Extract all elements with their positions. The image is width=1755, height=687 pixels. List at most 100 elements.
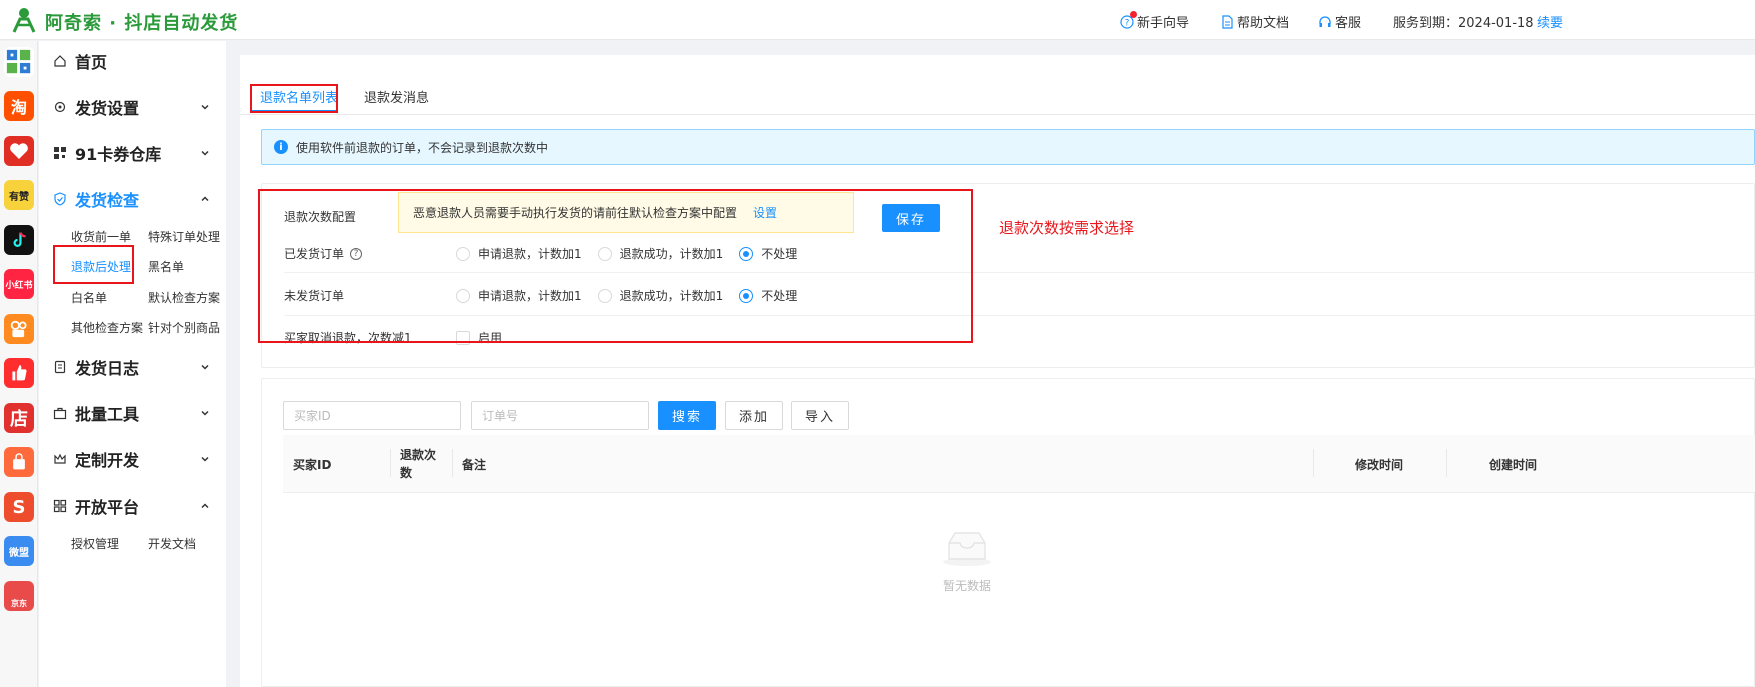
help-docs-label: 帮助文档: [1237, 16, 1290, 31]
option-label: 退款成功，计数加1: [619, 247, 724, 261]
music-note-icon: [13, 232, 26, 247]
camera-icon: [10, 320, 27, 338]
guide-label: 新手向导: [1137, 16, 1190, 31]
import-button[interactable]: 导入: [791, 401, 849, 430]
grid-icon: [6, 49, 31, 74]
radio-unchecked: [456, 246, 470, 261]
order-no-input[interactable]: [471, 401, 649, 430]
option-label: 不处理: [761, 289, 798, 303]
tab-refund-message[interactable]: 退款发消息: [364, 87, 429, 106]
shipped-orders-label: 已发货订单 ?: [284, 245, 363, 262]
save-button[interactable]: 保存: [882, 204, 940, 232]
guide-link[interactable]: ? 新手向导: [1120, 10, 1190, 31]
info-alert: i 使用软件前退款的订单，不会记录到退款次数中: [261, 129, 1755, 165]
radio-checked: [739, 288, 754, 303]
douyin-icon[interactable]: [4, 225, 34, 255]
taobao-icon[interactable]: 淘: [4, 91, 34, 121]
shipped-option-apply[interactable]: 申请退款，计数加1: [456, 245, 582, 262]
option-label: 退款成功，计数加1: [619, 289, 724, 303]
top-header: 阿奇索 · 抖店自动发货 ? 新手向导 帮助文档 客服 服务到期：2024-01…: [0, 0, 1755, 40]
app-logo-icon: [12, 8, 36, 33]
menu-batch-tools[interactable]: 批量工具: [39, 395, 226, 431]
menu-warehouse-label: 91卡券仓库: [75, 145, 162, 164]
empty-state: 暂无数据: [922, 529, 1012, 594]
column-separator: [390, 449, 391, 477]
youzan-icon[interactable]: 有赞: [4, 180, 34, 210]
bag-icon: [13, 453, 25, 470]
unshipped-orders-label: 未发货订单: [284, 289, 345, 303]
table-header: 买家ID 退款次数 备注 修改时间 创建时间: [283, 435, 1755, 493]
sub-default-plan[interactable]: 默认检查方案: [148, 289, 220, 306]
service-expiry: 服务到期：2024-01-18: [1393, 16, 1534, 31]
pinduoduo-icon[interactable]: [4, 136, 34, 166]
add-button[interactable]: 添加: [725, 401, 783, 430]
menu-custom-dev[interactable]: 定制开发: [39, 441, 226, 477]
menu-delivery-settings-label: 发货设置: [75, 99, 140, 118]
info-text: 使用软件前退款的订单，不会记录到退款次数中: [296, 140, 549, 155]
qr-code-icon: [54, 147, 66, 159]
menu-open-platform[interactable]: 开放平台: [39, 488, 226, 524]
main-content: 退款名单列表 退款发消息 i 使用软件前退款的订单，不会记录到退款次数中 退款次…: [240, 55, 1755, 687]
help-icon[interactable]: ?: [350, 247, 363, 260]
menu-delivery-settings[interactable]: 发货设置: [39, 89, 226, 125]
crown-icon: [54, 453, 66, 464]
sub-specific-products[interactable]: 针对个别商品: [148, 319, 220, 336]
multi-app-icon[interactable]: [4, 47, 34, 77]
renew-link[interactable]: 续要: [1537, 12, 1563, 31]
unshipped-option-ignore[interactable]: 不处理: [739, 287, 797, 304]
tab-refund-list[interactable]: 退款名单列表: [260, 87, 338, 106]
divider: [284, 272, 1755, 273]
sub-auth-management[interactable]: 授权管理: [71, 535, 119, 552]
service-label: 客服: [1335, 16, 1362, 31]
service-link[interactable]: 客服: [1318, 12, 1361, 31]
unshipped-option-success[interactable]: 退款成功，计数加1: [597, 287, 724, 304]
shopee-icon[interactable]: S: [4, 492, 34, 522]
sub-whitelist[interactable]: 白名单: [71, 289, 107, 306]
notice-text: 恶意退款人员需要手动执行发货的请前往默认检查方案中配置: [413, 206, 738, 220]
radio-unchecked: [597, 246, 612, 261]
buyer-id-input[interactable]: [283, 401, 461, 430]
col-modified-time: 修改时间: [1355, 458, 1404, 472]
search-button[interactable]: 搜索: [658, 401, 716, 430]
cancel-refund-label: 买家取消退款，次数减1: [284, 331, 412, 345]
thumbs-up-icon[interactable]: [4, 358, 34, 388]
notice-settings-link[interactable]: 设置: [753, 204, 777, 221]
col-remark: 备注: [462, 458, 487, 472]
unshipped-options: 申请退款，计数加1 退款成功，计数加1 不处理: [456, 287, 797, 304]
gear-icon: [54, 101, 66, 113]
sub-dev-docs[interactable]: 开发文档: [148, 535, 196, 552]
help-docs-link[interactable]: 帮助文档: [1220, 12, 1289, 31]
jd-icon[interactable]: 京东: [4, 581, 34, 611]
sub-after-refund[interactable]: 退款后处理: [71, 258, 131, 275]
column-separator: [452, 449, 453, 477]
radio-unchecked: [597, 288, 612, 303]
menu-delivery-log[interactable]: 发货日志: [39, 349, 226, 385]
weimeng-icon[interactable]: 微盟: [4, 536, 34, 566]
active-tab-indicator: [252, 110, 336, 112]
shipped-option-success[interactable]: 退款成功，计数加1: [597, 245, 724, 262]
col-refund-count: 退款次数: [400, 448, 437, 480]
enable-checkbox[interactable]: 启用: [456, 329, 502, 346]
empty-box-icon: [943, 532, 991, 566]
shop-icon[interactable]: 店: [4, 403, 34, 433]
kuaishou-icon[interactable]: [4, 314, 34, 344]
apps-icon: [53, 499, 67, 513]
menu-custom-dev-label: 定制开发: [75, 451, 140, 470]
heart-icon: [10, 143, 28, 159]
shipped-option-ignore[interactable]: 不处理: [739, 245, 797, 262]
sub-other-plans[interactable]: 其他检查方案: [71, 319, 143, 336]
menu-delivery-log-label: 发货日志: [75, 359, 140, 378]
radio-checked: [739, 246, 754, 261]
menu-delivery-check-label: 发货检查: [75, 191, 140, 210]
shopping-bag-icon[interactable]: [4, 447, 34, 477]
xiaohongshu-icon[interactable]: 小红书: [4, 269, 34, 299]
sub-before-receipt[interactable]: 收货前一单: [71, 228, 131, 245]
sub-special-orders[interactable]: 特殊订单处理: [148, 228, 220, 245]
col-created-time: 创建时间: [1489, 458, 1538, 472]
menu-batch-tools-label: 批量工具: [75, 405, 140, 424]
unshipped-option-apply[interactable]: 申请退款，计数加1: [456, 287, 582, 304]
menu-home[interactable]: 首页: [39, 43, 226, 79]
sub-blacklist[interactable]: 黑名单: [148, 258, 184, 275]
menu-warehouse[interactable]: 91卡券仓库: [39, 135, 226, 171]
menu-delivery-check[interactable]: 发货检查: [39, 181, 226, 217]
